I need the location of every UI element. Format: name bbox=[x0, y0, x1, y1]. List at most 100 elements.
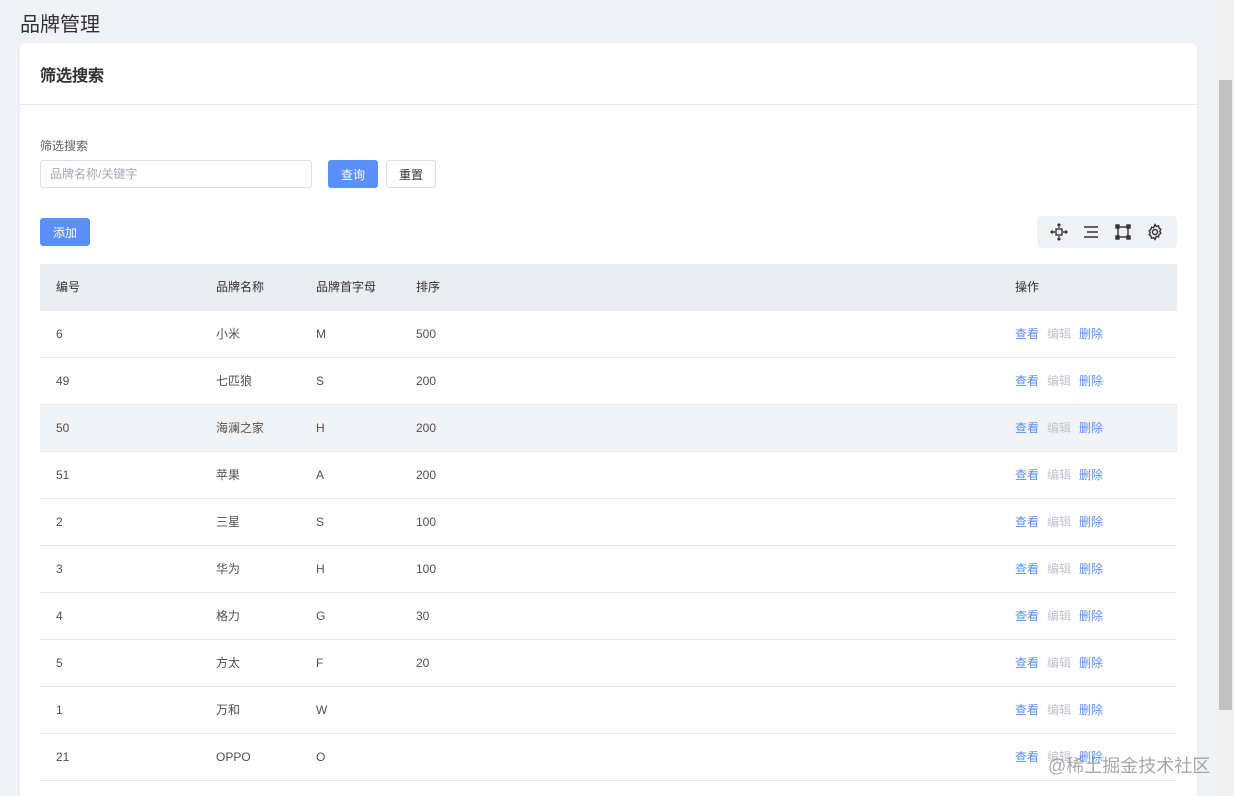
scrollbar-thumb[interactable] bbox=[1219, 80, 1232, 710]
cell-sort: 200 bbox=[400, 404, 1015, 452]
add-button[interactable]: 添加 bbox=[40, 218, 90, 246]
delete-link[interactable]: 删除 bbox=[1079, 515, 1103, 529]
delete-link[interactable]: 删除 bbox=[1079, 421, 1103, 435]
view-link[interactable]: 查看 bbox=[1015, 515, 1039, 529]
cell-sort: 100 bbox=[400, 545, 1015, 593]
cell-letter: S bbox=[300, 498, 400, 546]
edit-link[interactable]: 编辑 bbox=[1047, 703, 1071, 717]
search-input[interactable] bbox=[40, 160, 312, 188]
delete-link[interactable]: 删除 bbox=[1079, 703, 1103, 717]
cell-name: 海澜之家 bbox=[200, 404, 300, 452]
cell-id: 50 bbox=[40, 404, 200, 452]
card-header-title: 筛选搜索 bbox=[40, 67, 105, 85]
cell-operations: 查看 编辑 删除 bbox=[1015, 639, 1177, 687]
delete-link[interactable]: 删除 bbox=[1079, 374, 1103, 388]
query-button[interactable]: 查询 bbox=[328, 160, 378, 188]
view-link[interactable]: 查看 bbox=[1015, 656, 1039, 670]
cell-name: 七匹狼 bbox=[200, 357, 300, 405]
table-toolbar bbox=[1037, 216, 1177, 248]
table-row: 49 七匹狼 S 200 查看 编辑 删除 bbox=[40, 357, 1177, 405]
cell-letter: W bbox=[300, 686, 400, 734]
fullscreen-icon[interactable] bbox=[1114, 223, 1132, 241]
header-name: 品牌名称 bbox=[200, 264, 300, 311]
edit-link[interactable]: 编辑 bbox=[1047, 468, 1071, 482]
cell-letter: A bbox=[300, 451, 400, 499]
edit-link[interactable]: 编辑 bbox=[1047, 327, 1071, 341]
cell-name: 三星 bbox=[200, 498, 300, 546]
cell-sort: 500 bbox=[400, 310, 1015, 358]
density-icon[interactable] bbox=[1082, 223, 1100, 241]
cell-id: 3 bbox=[40, 545, 200, 593]
settings-gear-icon[interactable] bbox=[1146, 223, 1164, 241]
view-link[interactable]: 查看 bbox=[1015, 562, 1039, 576]
cell-name: 华为 bbox=[200, 545, 300, 593]
cell-operations: 查看 编辑 删除 bbox=[1015, 357, 1177, 405]
cell-name: 小米 bbox=[200, 310, 300, 358]
cell-operations: 查看 编辑 删除 bbox=[1015, 545, 1177, 593]
cell-name: 苹果 bbox=[200, 451, 300, 499]
view-link[interactable]: 查看 bbox=[1015, 609, 1039, 623]
header-operation: 操作 bbox=[1015, 264, 1177, 311]
edit-link[interactable]: 编辑 bbox=[1047, 656, 1071, 670]
drag-move-icon[interactable] bbox=[1050, 223, 1068, 241]
page-title: 品牌管理 bbox=[20, 14, 100, 36]
table-header-row: 编号 品牌名称 品牌首字母 排序 操作 bbox=[40, 264, 1177, 311]
delete-link[interactable]: 删除 bbox=[1079, 656, 1103, 670]
card-header: 筛选搜索 bbox=[20, 43, 1197, 105]
cell-id: 51 bbox=[40, 451, 200, 499]
cell-sort: 30 bbox=[400, 592, 1015, 640]
table-row: 5 方太 F 20 查看 编辑 删除 bbox=[40, 639, 1177, 687]
delete-link[interactable]: 删除 bbox=[1079, 562, 1103, 576]
view-link[interactable]: 查看 bbox=[1015, 327, 1039, 341]
cell-letter: O bbox=[300, 733, 400, 781]
view-link[interactable]: 查看 bbox=[1015, 468, 1039, 482]
cell-sort: 200 bbox=[400, 451, 1015, 499]
cell-operations: 查看 编辑 删除 bbox=[1015, 451, 1177, 499]
cell-operations: 查看 编辑 删除 bbox=[1015, 404, 1177, 452]
table-row: 3 华为 H 100 查看 编辑 删除 bbox=[40, 545, 1177, 593]
delete-link[interactable]: 删除 bbox=[1079, 609, 1103, 623]
header-id: 编号 bbox=[40, 264, 200, 311]
view-link[interactable]: 查看 bbox=[1015, 703, 1039, 717]
cell-sort: 100 bbox=[400, 498, 1015, 546]
edit-link[interactable]: 编辑 bbox=[1047, 374, 1071, 388]
filter-label: 筛选搜索 bbox=[40, 139, 89, 153]
cell-operations: 查看 编辑 删除 bbox=[1015, 498, 1177, 546]
view-link[interactable]: 查看 bbox=[1015, 421, 1039, 435]
delete-link[interactable]: 删除 bbox=[1079, 468, 1103, 482]
table-row: 4 格力 G 30 查看 编辑 删除 bbox=[40, 592, 1177, 640]
cell-letter: M bbox=[300, 310, 400, 358]
cell-letter: H bbox=[300, 545, 400, 593]
table-row: 50 海澜之家 H 200 查看 编辑 删除 bbox=[40, 404, 1177, 452]
table-row: 6 小米 M 500 查看 编辑 删除 bbox=[40, 310, 1177, 358]
header-letter: 品牌首字母 bbox=[300, 264, 400, 311]
table-row: 21 OPPO O 查看 编辑 删除 bbox=[40, 733, 1177, 781]
watermark: @稀土掘金技术社区 bbox=[1048, 756, 1211, 776]
reset-button[interactable]: 重置 bbox=[386, 160, 436, 188]
table-row: 2 三星 S 100 查看 编辑 删除 bbox=[40, 498, 1177, 546]
cell-sort: 20 bbox=[400, 639, 1015, 687]
cell-id: 4 bbox=[40, 592, 200, 640]
edit-link[interactable]: 编辑 bbox=[1047, 421, 1071, 435]
cell-id: 1 bbox=[40, 686, 200, 734]
delete-link[interactable]: 删除 bbox=[1079, 327, 1103, 341]
cell-name: OPPO bbox=[200, 733, 300, 781]
cell-letter: G bbox=[300, 592, 400, 640]
table-row: 51 苹果 A 200 查看 编辑 删除 bbox=[40, 451, 1177, 499]
cell-id: 49 bbox=[40, 357, 200, 405]
view-link[interactable]: 查看 bbox=[1015, 374, 1039, 388]
brand-table: 编号 品牌名称 品牌首字母 排序 操作 6 小米 M 500 查看 编辑 删除 49 七匹狼 S 2… bbox=[40, 264, 1177, 781]
view-link[interactable]: 查看 bbox=[1015, 750, 1039, 764]
cell-name: 格力 bbox=[200, 592, 300, 640]
edit-link[interactable]: 编辑 bbox=[1047, 515, 1071, 529]
cell-letter: F bbox=[300, 639, 400, 687]
cell-operations: 查看 编辑 删除 bbox=[1015, 686, 1177, 734]
cell-sort bbox=[400, 686, 1015, 734]
cell-name: 方太 bbox=[200, 639, 300, 687]
edit-link[interactable]: 编辑 bbox=[1047, 562, 1071, 576]
edit-link[interactable]: 编辑 bbox=[1047, 609, 1071, 623]
cell-id: 6 bbox=[40, 310, 200, 358]
header-sort: 排序 bbox=[400, 264, 1015, 311]
cell-sort: 200 bbox=[400, 357, 1015, 405]
cell-name: 万和 bbox=[200, 686, 300, 734]
